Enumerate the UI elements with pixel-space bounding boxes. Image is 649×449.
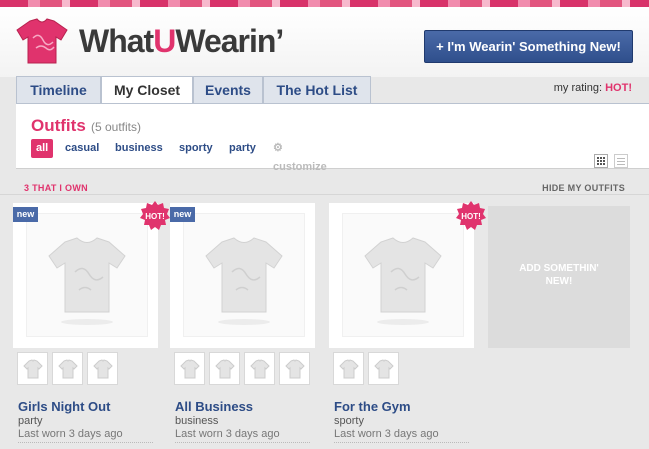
outfit-name[interactable]: All Business [175, 399, 253, 414]
hide-outfits-link[interactable]: HIDE MY OUTFITS [542, 183, 625, 193]
thumbnail[interactable] [244, 352, 275, 385]
divider [175, 442, 310, 443]
tab-timeline[interactable]: Timeline [16, 76, 101, 103]
grid-view-icon[interactable] [594, 154, 608, 168]
filter-casual[interactable]: casual [65, 139, 99, 158]
last-worn: Last worn 3 days ago [334, 428, 439, 440]
thumbnail[interactable] [17, 352, 48, 385]
my-rating: my rating: HOT! [554, 82, 632, 94]
thumbnail[interactable] [209, 352, 240, 385]
tab-my-closet[interactable]: My Closet [101, 76, 193, 104]
hot-badge: HOT! [456, 201, 486, 230]
tab-events[interactable]: Events [193, 76, 263, 103]
closet-panel: Outfits (5 outfits) all casual business … [16, 103, 649, 173]
add-outfit-placeholder[interactable]: ADD SOMETHIN' NEW! [488, 206, 630, 348]
gear-icon: ⚙ [273, 142, 283, 154]
outfit-image[interactable]: new HOT! [13, 201, 170, 348]
divider [334, 442, 469, 443]
tshirt-icon [48, 237, 126, 325]
section-heading: 3 THAT I OWN [24, 183, 88, 193]
customize-link[interactable]: ⚙ customize [273, 139, 327, 173]
add-outfit-button[interactable]: + I'm Wearin' Something New! [424, 30, 633, 63]
outfit-tag: business [175, 415, 219, 427]
add-outfit-line2: NEW! [545, 276, 573, 287]
outfit-name[interactable]: For the Gym [334, 399, 411, 414]
hot-badge: HOT! [140, 201, 170, 230]
divider [18, 442, 153, 443]
thumbnail[interactable] [87, 352, 118, 385]
thumbnail[interactable] [368, 352, 399, 385]
tshirt-icon [205, 237, 283, 325]
filter-party[interactable]: party [229, 139, 256, 158]
outfit-name[interactable]: Girls Night Out [18, 399, 110, 414]
filter-all[interactable]: all [31, 139, 54, 158]
thumbnail[interactable] [333, 352, 364, 385]
top-stripe [0, 0, 649, 7]
filter-sporty[interactable]: sporty [179, 139, 213, 158]
thumbnail[interactable] [52, 352, 83, 385]
logo-tshirt-icon [16, 18, 68, 64]
svg-text:HOT!: HOT! [145, 212, 165, 221]
outfits-title: Outfits [31, 116, 86, 135]
rating-label: my rating: [553, 82, 603, 94]
add-outfit-line1: ADD SOMETHIN' [519, 263, 599, 274]
outfit-tag: party [18, 415, 43, 427]
tshirt-icon [364, 237, 442, 325]
last-worn: Last worn 3 days ago [18, 428, 123, 440]
outfit-image[interactable]: HOT! [329, 201, 486, 348]
tab-hot-list[interactable]: The Hot List [263, 76, 371, 103]
thumbnail[interactable] [174, 352, 205, 385]
last-worn: Last worn 3 days ago [175, 428, 280, 440]
outfits-count: (5 outfits) [91, 120, 142, 134]
filter-business[interactable]: business [115, 139, 163, 158]
list-view-icon[interactable] [614, 154, 628, 168]
header: WhatUWearin’ + I'm Wearin' Something New… [0, 7, 649, 77]
outfit-image[interactable]: new [170, 203, 315, 348]
svg-text:HOT!: HOT! [461, 212, 481, 221]
logo-text[interactable]: WhatUWearin’ [79, 23, 284, 60]
new-badge: new [13, 207, 38, 222]
rating-value: HOT! [605, 82, 632, 94]
thumbnail[interactable] [279, 352, 310, 385]
new-badge: new [170, 207, 195, 222]
outfit-tag: sporty [334, 415, 364, 427]
section-divider [0, 194, 649, 195]
